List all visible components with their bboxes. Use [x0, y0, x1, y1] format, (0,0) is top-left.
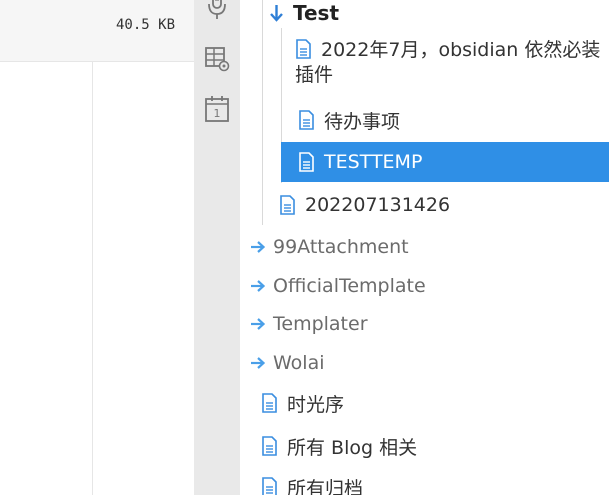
file-icon — [262, 393, 277, 413]
arrow-right-icon — [251, 241, 265, 253]
file-item-label: 202207131426 — [305, 194, 451, 216]
file-item-label: 时光序 — [287, 393, 345, 416]
file-icon — [299, 110, 314, 130]
file-item-label: 2022年7月，obsidian 依然必装 — [321, 39, 601, 61]
file-item-shiguangxu[interactable]: 时光序 — [261, 383, 344, 423]
folder-label: Wolai — [273, 352, 325, 374]
folder-99attachment[interactable]: 99Attachment — [250, 227, 409, 267]
folder-templater[interactable]: Templater — [250, 304, 368, 344]
file-item-label-continued: 插件 — [295, 64, 334, 86]
file-info-bar: 40.5 KB — [0, 0, 194, 62]
calendar-icon[interactable]: 1 — [204, 95, 230, 123]
arrow-down-icon — [270, 5, 283, 22]
arrow-right-icon — [251, 280, 265, 292]
folder-label: OfficialTemplate — [273, 275, 426, 297]
folder-label: 99Attachment — [273, 236, 409, 258]
folder-test-label: Test — [293, 1, 340, 25]
file-item-testtemp[interactable]: TESTTEMP — [281, 142, 609, 182]
arrow-right-icon — [251, 318, 265, 330]
file-item-all-blog[interactable]: 所有 Blog 相关 — [261, 426, 417, 466]
folder-officialtemplate[interactable]: OfficialTemplate — [250, 266, 426, 306]
folder-test[interactable]: Test — [269, 0, 339, 33]
file-item-label: TESTTEMP — [324, 151, 423, 173]
file-icon — [262, 477, 277, 495]
file-icon — [299, 152, 314, 172]
table-settings-icon[interactable] — [204, 45, 230, 73]
editor-divider — [92, 61, 93, 495]
file-icon — [296, 39, 311, 59]
microphone-icon[interactable] — [204, 0, 230, 21]
file-item-obsidian-plugins[interactable]: 2022年7月，obsidian 依然必装 插件 — [295, 38, 609, 88]
file-explorer: Test 2022年7月，obsidian 依然必装 插件 待办事项 TESTT… — [240, 0, 609, 495]
file-icon — [262, 436, 277, 456]
file-item-label: 待办事项 — [324, 110, 401, 133]
indent-guide — [262, 0, 263, 225]
file-item-all-archive[interactable]: 所有归档 — [261, 467, 363, 495]
file-item-timestamp-note[interactable]: 202207131426 — [279, 185, 450, 225]
arrow-right-icon — [251, 357, 265, 369]
file-item-label: 所有归档 — [287, 477, 364, 495]
folder-wolai[interactable]: Wolai — [250, 343, 325, 383]
calendar-day-text: 1 — [214, 107, 221, 120]
file-icon — [280, 195, 295, 215]
ribbon: 1 — [194, 0, 240, 495]
folder-label: Templater — [273, 313, 368, 335]
file-size-label: 40.5 KB — [116, 17, 176, 33]
editor-pane: 40.5 KB — [0, 0, 194, 495]
file-item-todo[interactable]: 待办事项 — [298, 100, 400, 140]
file-item-label: 所有 Blog 相关 — [287, 436, 418, 459]
app-window: 40.5 KB 1 Test 2022年7月，obsidian 依然必装 插件 … — [0, 0, 609, 495]
